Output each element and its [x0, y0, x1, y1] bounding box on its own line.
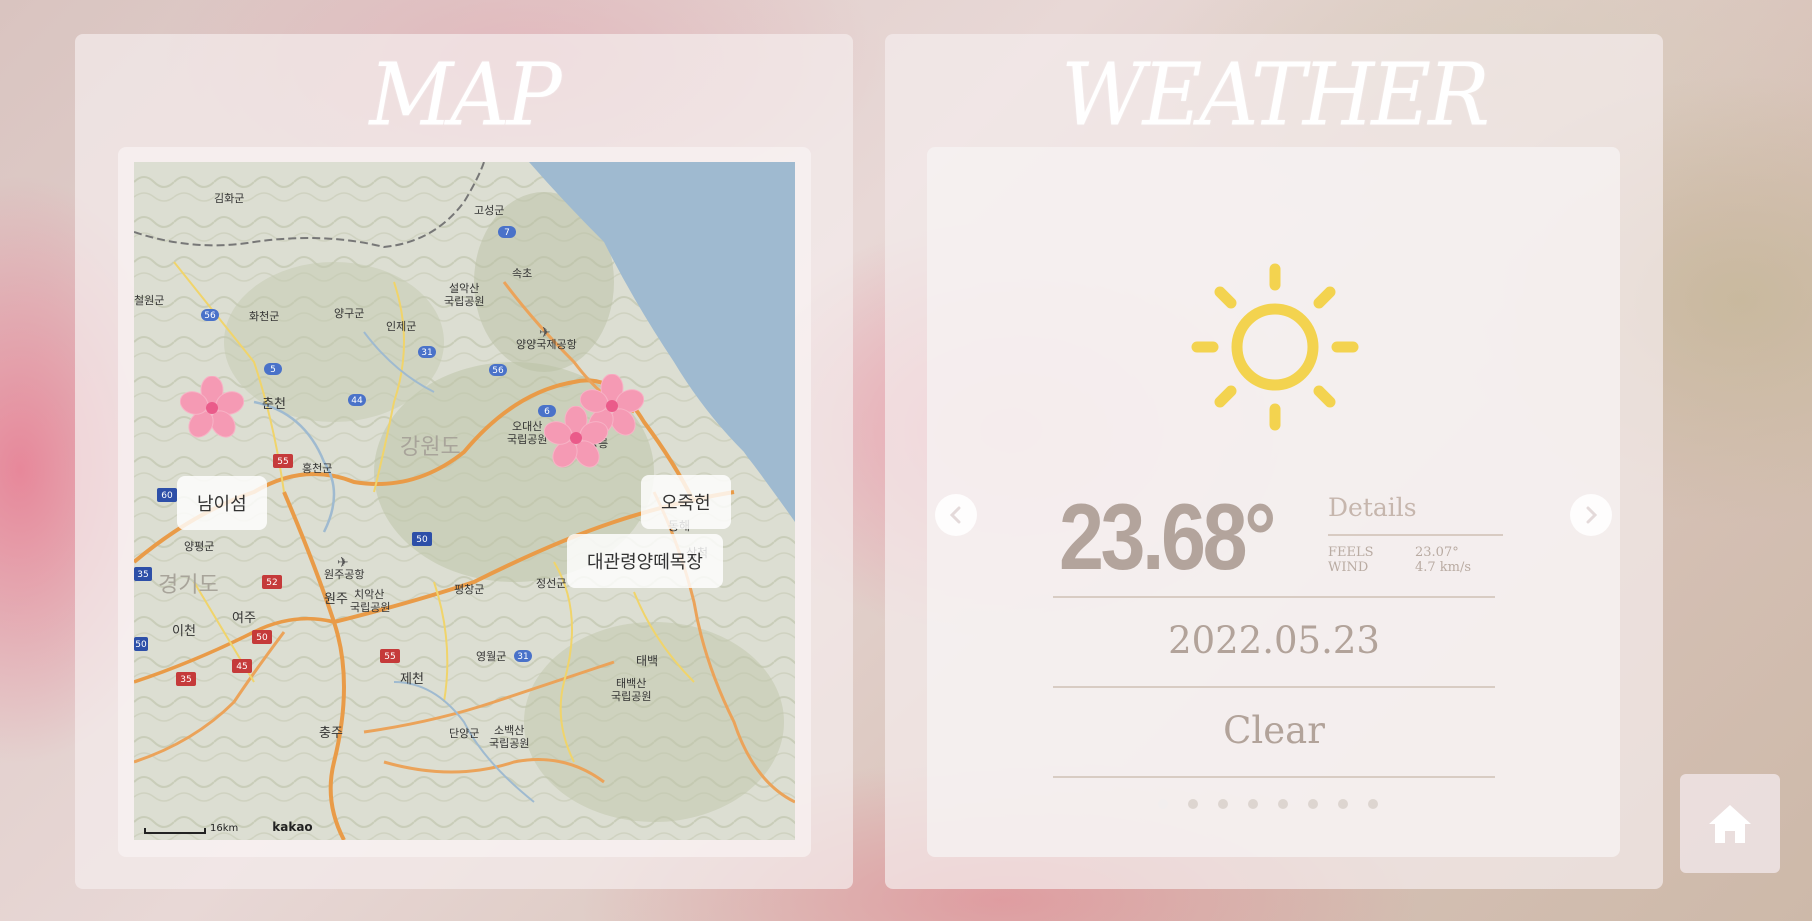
- svg-text:이천: 이천: [172, 624, 196, 639]
- weather-title: WEATHER: [1061, 45, 1490, 146]
- home-icon: [1709, 804, 1751, 843]
- svg-text:태백산: 태백산: [616, 677, 646, 690]
- detail-row-feels: FEELS 23.07°: [1328, 545, 1471, 560]
- svg-text:60: 60: [161, 491, 173, 501]
- svg-text:52: 52: [266, 578, 277, 588]
- carousel-dot[interactable]: [1217, 799, 1228, 809]
- place-label-daegwallyeong[interactable]: 대관령양떼목장: [567, 534, 723, 588]
- carousel-dots: [927, 799, 1620, 809]
- carousel-dot[interactable]: [1157, 799, 1168, 809]
- svg-text:설악산: 설악산: [449, 282, 479, 295]
- svg-text:영월군: 영월군: [476, 650, 506, 663]
- carousel-dot[interactable]: [1367, 799, 1378, 809]
- place-label-ojukheon[interactable]: 오죽헌: [641, 475, 731, 529]
- svg-text:31: 31: [421, 348, 432, 358]
- svg-text:국립공원: 국립공원: [507, 433, 547, 446]
- weather-panel: WEATHER 23.68° Details FEELS 23.07° WIND…: [885, 34, 1663, 889]
- svg-text:5: 5: [270, 365, 276, 375]
- scale-label: 16km: [210, 823, 239, 834]
- svg-text:50: 50: [256, 633, 268, 643]
- map-view[interactable]: 7 56 5 31 56 44 6 31 55 60 50 52 35 50 5…: [134, 162, 795, 840]
- svg-text:경기도: 경기도: [158, 573, 219, 598]
- carousel-dot[interactable]: [1277, 799, 1288, 809]
- weather-description: Clear: [1223, 709, 1325, 752]
- svg-text:45: 45: [236, 662, 247, 672]
- weather-date: 2022.05.23: [1168, 619, 1380, 662]
- svg-text:고성군: 고성군: [474, 204, 504, 217]
- chevron-right-icon: [1586, 506, 1598, 524]
- svg-text:충주: 충주: [319, 726, 343, 741]
- svg-text:원주: 원주: [324, 592, 348, 607]
- map-scale: 16km kakao: [144, 820, 313, 834]
- divider: [1053, 686, 1495, 688]
- details-list: FEELS 23.07° WIND 4.7 km/s: [1328, 545, 1471, 575]
- details-title: Details: [1328, 493, 1417, 522]
- svg-text:인제군: 인제군: [386, 320, 416, 333]
- svg-text:양구군: 양구군: [334, 307, 364, 320]
- weather-card: 23.68° Details FEELS 23.07° WIND 4.7 km/…: [927, 147, 1620, 857]
- map-title: MAP: [369, 45, 561, 146]
- svg-text:오대산: 오대산: [512, 420, 542, 433]
- svg-text:치악산: 치악산: [354, 588, 384, 601]
- svg-text:양양국제공항: 양양국제공항: [516, 338, 577, 351]
- svg-text:태백: 태백: [636, 654, 658, 668]
- svg-text:35: 35: [180, 675, 191, 685]
- svg-text:홍천군: 홍천군: [302, 461, 332, 475]
- map-card: 7 56 5 31 56 44 6 31 55 60 50 52 35 50 5…: [118, 147, 811, 857]
- svg-text:국립공원: 국립공원: [350, 601, 390, 614]
- map-panel: MAP 7 56 5 31 56 44 6 31 55 60 50 52 35 …: [75, 34, 853, 889]
- details-divider: [1328, 534, 1503, 536]
- detail-value: 23.07°: [1415, 545, 1459, 560]
- svg-text:55: 55: [277, 457, 288, 467]
- carousel-prev-button[interactable]: [935, 494, 977, 536]
- svg-text:50: 50: [135, 640, 147, 650]
- svg-text:56: 56: [492, 366, 504, 376]
- svg-text:화천군: 화천군: [249, 309, 279, 323]
- svg-text:단양군: 단양군: [449, 727, 479, 740]
- cherry-blossom-icon[interactable]: [544, 406, 608, 470]
- svg-text:31: 31: [517, 652, 528, 662]
- detail-key: WIND: [1328, 560, 1369, 575]
- map-brand: kakao: [272, 820, 313, 834]
- svg-text:평창군: 평창군: [454, 583, 484, 596]
- svg-text:여주: 여주: [232, 611, 256, 626]
- svg-text:강원도: 강원도: [400, 435, 461, 460]
- home-button[interactable]: [1680, 774, 1780, 873]
- svg-text:44: 44: [351, 396, 363, 406]
- carousel-dot[interactable]: [1187, 799, 1198, 809]
- svg-text:50: 50: [416, 535, 428, 545]
- detail-value: 4.7 km/s: [1415, 560, 1472, 575]
- svg-text:제천: 제천: [400, 672, 424, 687]
- svg-text:춘천: 춘천: [262, 397, 286, 412]
- svg-text:35: 35: [137, 570, 148, 580]
- svg-text:원주공항: 원주공항: [324, 568, 364, 581]
- detail-row-wind: WIND 4.7 km/s: [1328, 560, 1471, 575]
- carousel-next-button[interactable]: [1570, 494, 1612, 536]
- place-label-nami[interactable]: 남이섬: [177, 476, 267, 530]
- svg-text:철원군: 철원군: [134, 294, 164, 307]
- detail-key: FEELS: [1328, 545, 1374, 560]
- svg-text:7: 7: [504, 228, 510, 238]
- svg-text:55: 55: [384, 652, 395, 662]
- carousel-dot[interactable]: [1247, 799, 1258, 809]
- sun-icon: [1191, 263, 1359, 431]
- svg-text:정선군: 정선군: [536, 577, 566, 590]
- divider: [1053, 776, 1495, 778]
- svg-text:양평군: 양평군: [184, 540, 214, 553]
- svg-text:소백산: 소백산: [494, 724, 524, 737]
- svg-text:56: 56: [204, 311, 216, 321]
- carousel-dot[interactable]: [1337, 799, 1348, 809]
- divider: [1053, 596, 1495, 598]
- svg-text:국립공원: 국립공원: [611, 690, 651, 703]
- scale-bar: [144, 828, 206, 834]
- svg-text:속초: 속초: [512, 267, 532, 280]
- cherry-blossom-icon[interactable]: [180, 376, 244, 440]
- carousel-dot[interactable]: [1307, 799, 1318, 809]
- chevron-left-icon: [949, 506, 961, 524]
- svg-text:김화군: 김화군: [214, 192, 244, 205]
- svg-text:국립공원: 국립공원: [489, 737, 529, 750]
- svg-text:국립공원: 국립공원: [444, 295, 484, 308]
- temperature-value: 23.68°: [1059, 484, 1276, 589]
